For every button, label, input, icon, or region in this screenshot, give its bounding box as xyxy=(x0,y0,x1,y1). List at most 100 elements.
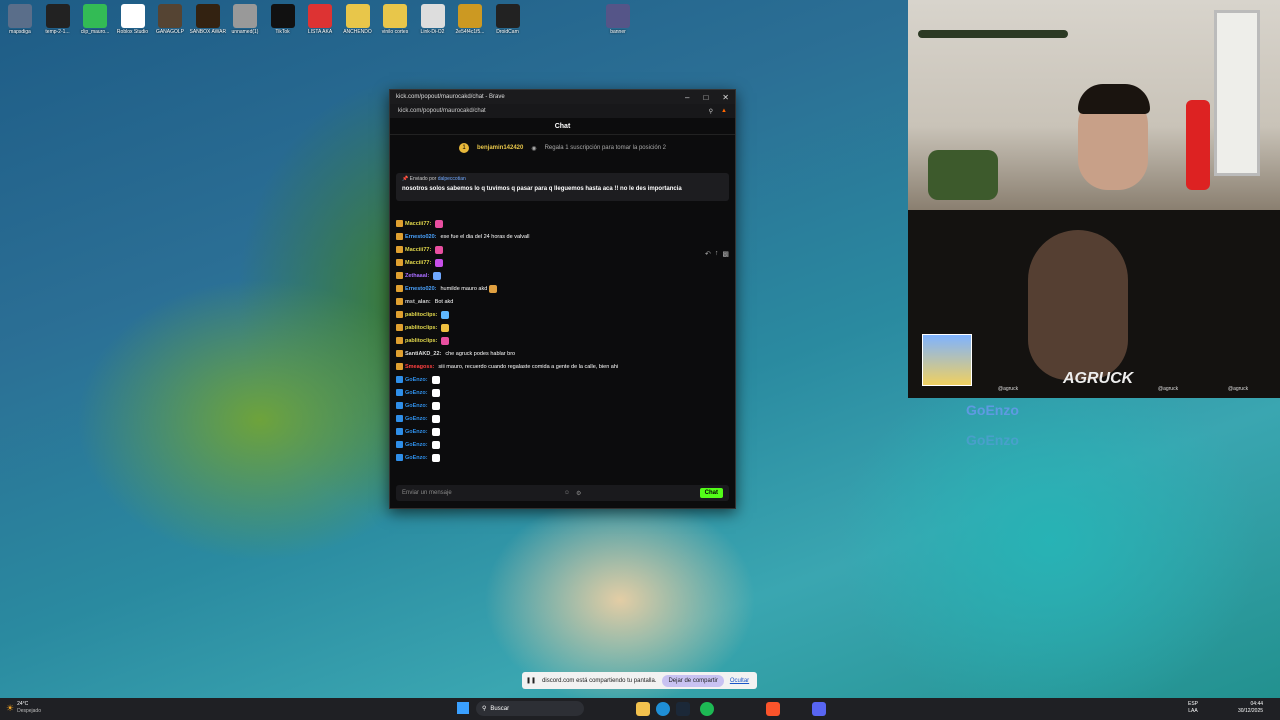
desktop-icon[interactable]: 2e54f4c1f5... xyxy=(452,2,488,50)
chat-username[interactable]: Smeagoss: xyxy=(405,364,434,370)
chat-message[interactable]: Zethaaal: xyxy=(396,269,726,282)
pin-icon: 📌 xyxy=(402,176,409,182)
send-chat-button[interactable]: Chat xyxy=(699,488,723,498)
chat-username[interactable]: Macciii77: xyxy=(405,221,431,227)
chat-browser-window[interactable]: kick.com/popout/maurocakd/chat - Brave –… xyxy=(389,89,736,509)
chat-message[interactable]: Macciii77: xyxy=(396,217,726,230)
chat-username[interactable]: Macciii77: xyxy=(405,260,431,266)
desktop-icon[interactable]: mapsdiga xyxy=(2,2,38,50)
chat-username[interactable]: GoEnzo: xyxy=(405,442,428,448)
chat-message[interactable]: pablitoclips: xyxy=(396,334,726,347)
language-indicator[interactable]: ESP LAA xyxy=(1188,701,1198,715)
hide-link[interactable]: Ocultar xyxy=(730,678,749,684)
minimize-icon[interactable]: – xyxy=(685,93,689,102)
url-text[interactable]: kick.com/popout/maurocakd/chat xyxy=(398,108,486,114)
maximize-icon[interactable]: □ xyxy=(703,93,708,102)
desktop-icon[interactable]: vinilo cortes xyxy=(377,2,413,50)
discord-icon[interactable] xyxy=(812,702,826,716)
chat-username[interactable]: Zethaaal: xyxy=(405,273,429,279)
start-icon[interactable] xyxy=(457,702,469,714)
desktop-icon[interactable]: DroidCam xyxy=(490,2,526,50)
desktop-icon[interactable]: Roblox Studio xyxy=(115,2,151,50)
chat-username[interactable]: pablitoclips: xyxy=(405,312,437,318)
stop-sharing-button[interactable]: Dejar de compartir xyxy=(662,674,724,687)
chat-message[interactable]: GoEnzo: xyxy=(396,425,726,438)
brave-icon[interactable] xyxy=(766,702,780,716)
taskbar-search[interactable]: ⚲ Buscar xyxy=(476,701,584,716)
chat-message[interactable]: GoEnzo: xyxy=(396,438,726,451)
emote-image xyxy=(441,336,450,345)
chat-message[interactable]: Ernesto020: humilde mauro akd xyxy=(396,282,726,295)
chat-username[interactable]: Ernesto020: xyxy=(405,234,437,240)
close-icon[interactable]: ✕ xyxy=(722,93,729,102)
desktop-icon[interactable]: GANAGOLP xyxy=(152,2,188,50)
gift-prompt[interactable]: Regala 1 suscripción para tomar la posic… xyxy=(545,145,666,151)
chat-input[interactable]: Enviar un mensaje ☺ ⚙ Chat xyxy=(396,485,729,501)
chat-username[interactable]: pablitoclips: xyxy=(405,325,437,331)
pinned-by-user[interactable]: dalpeccotian xyxy=(438,176,466,182)
desktop-wallpaper: mapsdiga temp-2-1... clip_mauro... Roblox S… xyxy=(0,0,1280,698)
chat-username[interactable]: mst_alan: xyxy=(405,299,431,305)
desktop-icon[interactable]: banner xyxy=(600,2,636,50)
emote-image xyxy=(431,440,440,449)
chat-username[interactable]: GoEnzo: xyxy=(405,416,428,422)
overlay-name: AGRUCK xyxy=(1063,370,1134,387)
window-titlebar[interactable]: kick.com/popout/maurocakd/chat - Brave –… xyxy=(390,90,735,104)
desktop-icon[interactable]: unnamed(1) xyxy=(227,2,263,50)
chat-message[interactable]: mst_alan: Bot akd xyxy=(396,295,726,308)
chat-message[interactable]: pablitoclips: xyxy=(396,308,726,321)
chat-username[interactable]: GoEnzo: xyxy=(405,377,428,383)
reply-icon[interactable]: ↶ xyxy=(705,250,711,258)
chat-username[interactable]: pablitoclips: xyxy=(405,338,437,344)
app-icon xyxy=(158,4,182,28)
desktop-icon[interactable]: SANBOX AWARD xyxy=(190,2,226,50)
emote-image xyxy=(441,310,450,319)
chat-message[interactable]: GoEnzo: xyxy=(396,386,726,399)
chat-message[interactable]: Ernesto020: ese fue el dia del 24 horas d… xyxy=(396,230,726,243)
pin-message-icon[interactable]: ↑ xyxy=(715,250,719,258)
steam-icon[interactable] xyxy=(676,702,690,716)
desktop-icon[interactable]: clip_mauro... xyxy=(77,2,113,50)
settings-icon[interactable]: ⚙ xyxy=(576,490,581,497)
user-badge-icon xyxy=(396,363,403,370)
desktop-icon-label: TikTok xyxy=(275,29,290,35)
chat-username[interactable]: GoEnzo: xyxy=(405,455,428,461)
weather-widget[interactable]: ☀ 24°C Despejado xyxy=(6,701,41,715)
desktop-icon[interactable]: LISTA AKA xyxy=(302,2,338,50)
user-badge-icon xyxy=(396,233,403,240)
file-explorer-icon[interactable] xyxy=(636,702,650,716)
zoom-icon[interactable]: ⚲ xyxy=(709,108,713,115)
top-gifter-name[interactable]: benjamin142420 xyxy=(477,145,523,151)
app-icon xyxy=(308,4,332,28)
desktop-icon[interactable]: Link-Di-O2 xyxy=(415,2,451,50)
user-badge-icon xyxy=(396,259,403,266)
lang-sub: LAA xyxy=(1188,708,1198,714)
edge-icon[interactable] xyxy=(656,702,670,716)
chat-message[interactable]: pablitoclips: xyxy=(396,321,726,334)
chat-message[interactable]: GoEnzo: xyxy=(396,412,726,425)
chat-message[interactable]: Smeagoss: siii mauro, recuerdo cuando reg… xyxy=(396,360,726,373)
address-bar[interactable]: kick.com/popout/maurocakd/chat ⚲ ▲ xyxy=(390,104,735,118)
chat-username[interactable]: GoEnzo: xyxy=(405,429,428,435)
chat-message[interactable]: GoEnzo: xyxy=(396,373,726,386)
emote-icon[interactable]: ☺ xyxy=(564,490,570,496)
chat-username[interactable]: GoEnzo: xyxy=(405,390,428,396)
chat-username[interactable]: GoEnzo: xyxy=(405,403,428,409)
chat-message-list[interactable]: Macciii77: Ernesto020: ese fue el dia del … xyxy=(396,217,726,464)
chat-username[interactable]: Ernesto020: xyxy=(405,286,437,292)
delete-icon[interactable]: ▩ xyxy=(722,250,729,258)
brave-shield-icon[interactable]: ▲ xyxy=(721,108,727,115)
desktop-icon[interactable]: temp-2-1... xyxy=(40,2,76,50)
chat-message[interactable]: Macciii77: xyxy=(396,256,726,269)
chat-username[interactable]: Macciii77: xyxy=(405,247,431,253)
spotify-icon[interactable] xyxy=(700,702,714,716)
chat-message[interactable]: SantiAKD_22: che agruck podes hablar bro xyxy=(396,347,726,360)
desktop-icon[interactable]: TikTok xyxy=(265,2,301,50)
clock[interactable]: 04:44 30/12/2025 xyxy=(1238,701,1263,715)
chat-placeholder[interactable]: Enviar un mensaje xyxy=(402,490,452,496)
chat-message[interactable]: GoEnzo: xyxy=(396,399,726,412)
chat-message[interactable]: Macciii77: xyxy=(396,243,726,256)
chat-message[interactable]: GoEnzo: xyxy=(396,451,726,464)
desktop-icon[interactable]: ANCHENDO xyxy=(340,2,376,50)
chat-username[interactable]: SantiAKD_22: xyxy=(405,351,441,357)
